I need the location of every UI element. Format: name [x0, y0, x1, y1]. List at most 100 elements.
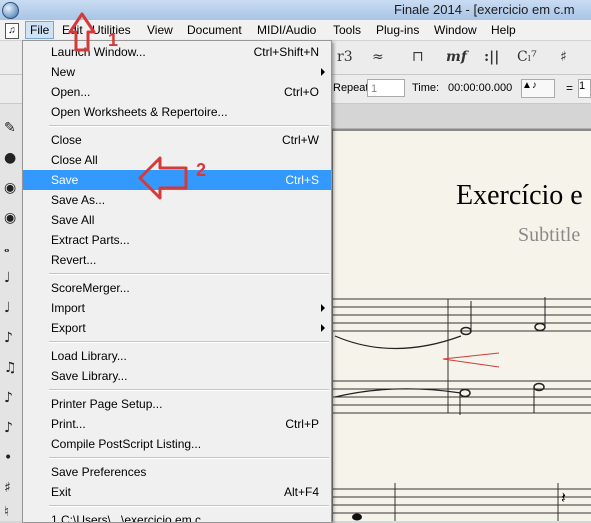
file-menu-revert[interactable]: Revert... [23, 250, 331, 270]
tool-palette: ✎ ● ◉ ◉ 𝅝 ♩ ♩ ♪ ♫ ♪ ♪ • ♯ ♮ [0, 104, 23, 521]
file-menu-dropdown: Launch Window... Ctrl+Shift+N New Open..… [22, 40, 332, 523]
file-menu-print[interactable]: Print... Ctrl+P [23, 414, 331, 434]
menu-item-shortcut: Ctrl+P [285, 417, 319, 431]
menu-item-label: Extract Parts... [51, 233, 130, 247]
lyrics-tool-icon[interactable]: ♯ [560, 49, 567, 65]
menu-item-label: Launch Window... [51, 45, 146, 59]
tempo-input[interactable]: 1 [578, 79, 591, 98]
file-menu-printer-page-setup[interactable]: Printer Page Setup... [23, 394, 331, 414]
half-note-icon[interactable]: ♩ [4, 270, 11, 286]
articulation-tool-icon[interactable]: ⊓ [412, 49, 424, 65]
menu-midi-audio[interactable]: MIDI/Audio [253, 22, 320, 38]
expression-tool-icon[interactable]: mf [446, 49, 467, 65]
menu-help[interactable]: Help [487, 22, 520, 38]
menu-item-label: Load Library... [51, 349, 127, 363]
file-menu-save[interactable]: Save Ctrl+S [23, 170, 331, 190]
file-menu-close[interactable]: Close Ctrl+W [23, 130, 331, 150]
file-menu-import[interactable]: Import [23, 298, 331, 318]
file-menu-save-all[interactable]: Save All [23, 210, 331, 230]
annotation-number-2: 2 [196, 160, 207, 180]
whole-note-icon[interactable]: 𝅝 [4, 240, 10, 256]
tuplet-tool-icon[interactable]: r3 [337, 49, 353, 65]
menu-item-label: Open Worksheets & Repertoire... [51, 105, 228, 119]
menu-item-label: Compile PostScript Listing... [51, 437, 202, 451]
menu-separator [49, 389, 329, 391]
sixteenth-note-icon[interactable]: ♫ [4, 360, 17, 376]
menu-separator [49, 505, 329, 507]
repeat-label: Repeat: [333, 82, 372, 94]
menu-item-label: Printer Page Setup... [51, 397, 163, 411]
eye-icon[interactable]: ◉ [4, 210, 16, 226]
menu-item-shortcut: Ctrl+O [283, 85, 319, 99]
score-subtitle[interactable]: Subtitle [518, 224, 580, 247]
menu-item-label: Save [51, 173, 79, 187]
score-title[interactable]: Exercício e [456, 180, 583, 212]
file-menu-compile-postscript[interactable]: Compile PostScript Listing... [23, 434, 331, 454]
file-menu-load-library[interactable]: Load Library... [23, 346, 331, 366]
dot-icon[interactable]: • [4, 450, 12, 466]
menu-item-label: Export [51, 321, 86, 335]
menu-separator [49, 125, 329, 127]
menu-separator [49, 341, 329, 343]
menu-item-shortcut: Ctrl+W [282, 133, 319, 147]
smart-shape-tool-icon[interactable]: ≈ [372, 49, 384, 65]
chord-tool-icon[interactable]: Cₗ⁷ [517, 49, 537, 65]
eighth-note-icon[interactable]: ♪ [4, 330, 13, 346]
menu-item-label: Save Library... [51, 369, 128, 383]
annotation-number-1: 1 [108, 30, 119, 50]
file-menu-new[interactable]: New [23, 62, 331, 82]
thirty-second-note-icon[interactable]: ♪ [4, 390, 13, 406]
quarter-note-icon[interactable]: ♩ [4, 300, 11, 316]
menu-separator [49, 457, 329, 459]
file-menu-launch-window[interactable]: Launch Window... Ctrl+Shift+N [23, 42, 331, 62]
submenu-arrow-icon [321, 304, 325, 312]
file-menu-close-all[interactable]: Close All [23, 150, 331, 170]
document-icon[interactable]: ♫ [5, 23, 19, 39]
menu-file[interactable]: File [25, 21, 55, 39]
sixty-fourth-note-icon[interactable]: ♪ [4, 420, 13, 436]
menu-item-label: Print... [51, 417, 86, 431]
file-menu-scoremerger[interactable]: ScoreMerger... [23, 278, 331, 298]
tempo-equals: = [566, 81, 574, 95]
file-menu-save-preferences[interactable]: Save Preferences [23, 462, 331, 482]
svg-text:𝄽: 𝄽 [561, 488, 566, 507]
speedy-entry-icon[interactable]: ● [4, 150, 16, 166]
file-menu-save-as[interactable]: Save As... [23, 190, 331, 210]
file-menu-extract-parts[interactable]: Extract Parts... [23, 230, 331, 250]
finale-app-icon[interactable] [2, 2, 19, 19]
menu-window[interactable]: Window [430, 22, 481, 38]
file-menu-exit[interactable]: Exit Alt+F4 [23, 482, 331, 502]
menu-view[interactable]: View [143, 22, 177, 38]
menu-tools[interactable]: Tools [329, 22, 365, 38]
natural-icon[interactable]: ♮ [4, 504, 9, 520]
sharp-icon[interactable]: ♯ [4, 480, 11, 496]
menu-separator [49, 273, 329, 275]
file-menu-save-library[interactable]: Save Library... [23, 366, 331, 386]
menu-item-label: Save Preferences [51, 465, 147, 479]
menu-item-shortcut: Alt+F4 [283, 485, 319, 499]
menu-item-shortcut: Ctrl+Shift+N [253, 45, 319, 59]
eraser-icon[interactable]: ✎ [4, 120, 16, 136]
menu-item-label: Close All [51, 153, 98, 167]
menu-item-label: Close [51, 133, 82, 147]
menu-edit[interactable]: Edit [58, 22, 87, 38]
menu-item-label: Import [51, 301, 86, 315]
menu-item-label: Save As... [51, 193, 106, 207]
file-menu-open-worksheets[interactable]: Open Worksheets & Repertoire... [23, 102, 331, 122]
repeat-tool-icon[interactable]: :|| [484, 49, 499, 65]
file-menu-recent-file[interactable]: 1 C:\Users\...\exercicio em c [23, 510, 331, 522]
menu-item-label: Open... [51, 85, 91, 99]
title-bar: Finale 2014 - [exercicio em c.m [0, 0, 591, 20]
menu-item-label: Revert... [51, 253, 97, 267]
time-value: 00:00:00.000 [448, 82, 513, 94]
repeat-select[interactable]: 1 [367, 79, 405, 97]
document-tab-strip [330, 104, 591, 129]
window-title: Finale 2014 - [exercicio em c.m [394, 2, 575, 17]
menu-plugins[interactable]: Plug-ins [372, 22, 423, 38]
file-menu-open[interactable]: Open... Ctrl+O [23, 82, 331, 102]
hyperscribe-icon[interactable]: ◉ [4, 180, 16, 196]
menu-item-label: Exit [51, 485, 72, 499]
file-menu-export[interactable]: Export [23, 318, 331, 338]
tempo-note-spinner[interactable]: ▲♪ [521, 79, 555, 98]
menu-document[interactable]: Document [183, 22, 246, 38]
